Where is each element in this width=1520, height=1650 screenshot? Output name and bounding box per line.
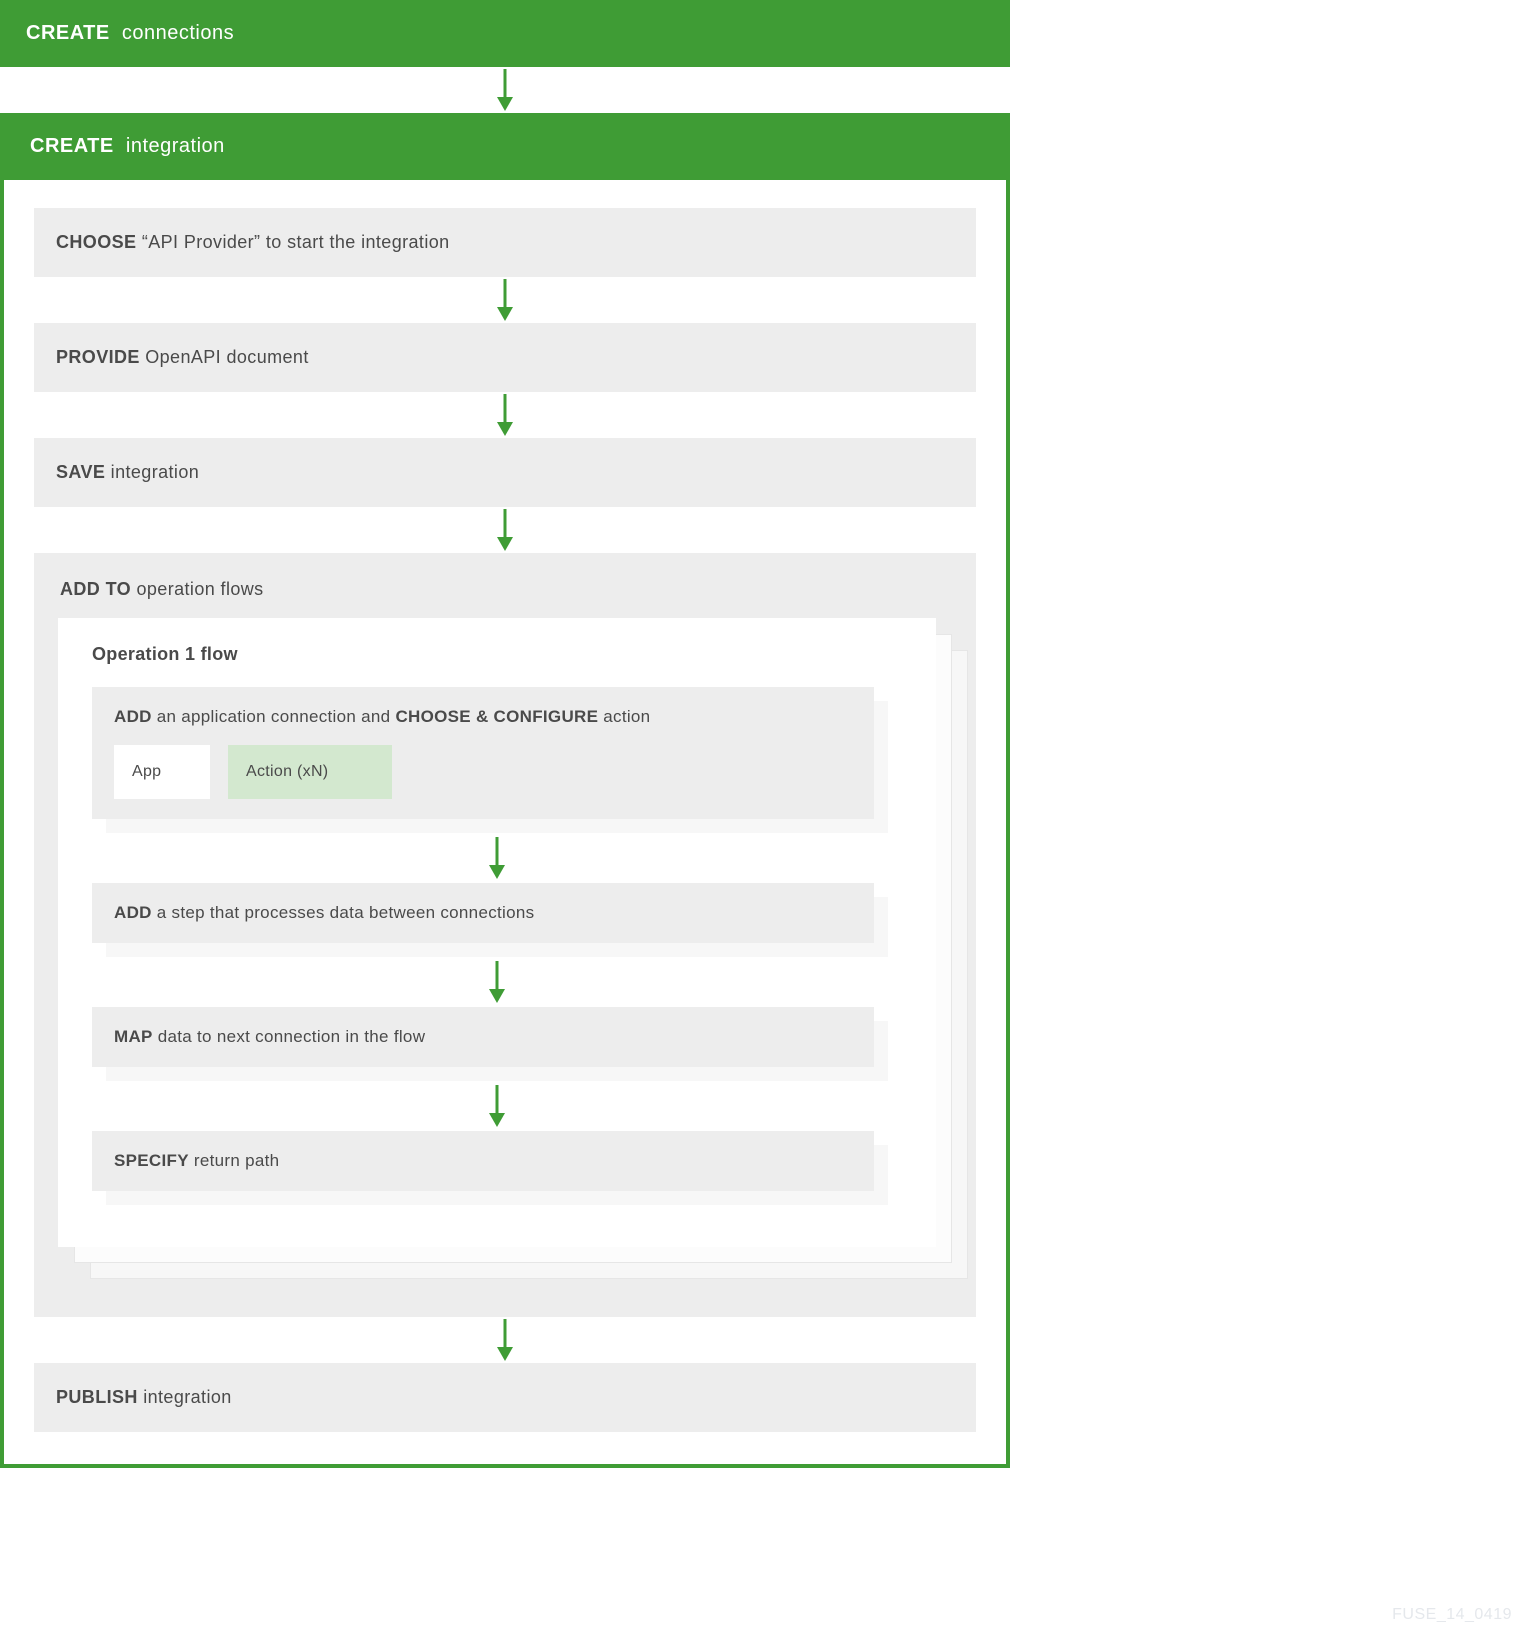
arrow-down-icon [92, 957, 902, 1007]
create-integration-bold: CREATE [30, 135, 114, 157]
diagram-id: FUSE_14_0419 [1392, 1606, 1512, 1624]
integration-body: CHOOSE “API Provider” to start the integ… [4, 180, 1006, 1464]
arrow-down-icon [34, 507, 976, 553]
substep-add-action: ADD an application connection and CHOOSE… [92, 687, 874, 819]
arrow-down-icon [34, 277, 976, 323]
create-connections-bold: CREATE [26, 22, 110, 44]
create-connections-bar: CREATE connections [0, 0, 1010, 67]
arrow-down-icon [92, 1081, 902, 1131]
addto-operation-flows-panel: ADD TO operation flows Operation 1 flow … [34, 553, 976, 1317]
substep-add-step: ADD a step that processes data between c… [92, 883, 874, 943]
arrow-down-icon [34, 392, 976, 438]
app-box: App [114, 745, 210, 799]
operation-flow-card: Operation 1 flow ADD an application conn… [58, 618, 936, 1247]
create-integration-text: integration [126, 135, 225, 157]
substep-map: MAP data to next connection in the flow [92, 1007, 874, 1067]
substep-specify: SPECIFY return path [92, 1131, 874, 1191]
action-box: Action (xN) [228, 745, 392, 799]
step-save: SAVE integration [34, 438, 976, 507]
step-publish: PUBLISH integration [34, 1363, 976, 1432]
substep-add-action-text: ADD an application connection and CHOOSE… [114, 707, 852, 727]
operation-flow-stack: Operation 1 flow ADD an application conn… [58, 618, 936, 1247]
create-integration-container: CREATE integration CHOOSE “API Provider”… [0, 113, 1010, 1468]
arrow-down-icon [34, 1317, 976, 1363]
create-integration-bar: CREATE integration [4, 113, 1006, 180]
step-choose: CHOOSE “API Provider” to start the integ… [34, 208, 976, 277]
addto-title: ADD TO operation flows [58, 575, 952, 618]
app-action-row: App Action (xN) [114, 727, 852, 799]
arrow-down-icon [92, 833, 902, 883]
operation-flow-title: Operation 1 flow [92, 644, 902, 687]
arrow-down-icon [0, 67, 1010, 113]
diagram-canvas: CREATE connections CREATE integration CH… [0, 0, 1010, 1468]
step-provide: PROVIDE OpenAPI document [34, 323, 976, 392]
